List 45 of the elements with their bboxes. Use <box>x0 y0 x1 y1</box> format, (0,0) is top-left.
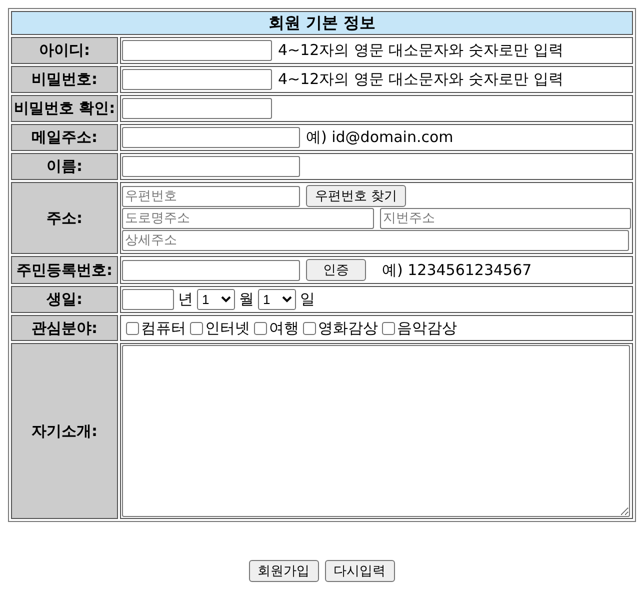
lot-address-field[interactable]: 지번주소 <box>380 208 631 229</box>
hint-text: 4~12자의 영문 대소문자와 숫자로만 입력 <box>278 41 564 60</box>
checkbox[interactable] <box>190 322 203 334</box>
detail-address-field[interactable]: 상세주소 <box>122 230 629 251</box>
field-label: 생일: <box>11 286 118 313</box>
month-select[interactable]: 1 <box>197 289 235 310</box>
form-title: 회원 기본 정보 <box>11 11 633 35</box>
year-label: 년 <box>178 290 193 309</box>
checkbox-label: 여행 <box>269 318 299 338</box>
submit-button[interactable]: 회원가입 <box>248 560 318 582</box>
field-label: 자기소개: <box>11 343 118 519</box>
checkbox-label: 음악감상 <box>397 318 457 338</box>
field-label: 비밀번호: <box>11 66 118 93</box>
month-label: 월 <box>239 290 254 309</box>
checkbox-label: 영화감상 <box>318 318 378 338</box>
hint-text: 예) id@domain.com <box>306 128 454 147</box>
field-label: 주민등록번호: <box>11 256 118 284</box>
text-field[interactable] <box>122 40 272 61</box>
text-field[interactable] <box>122 127 300 148</box>
zip-search-button[interactable]: 우편번호 찾기 <box>306 185 406 207</box>
checkbox[interactable] <box>254 322 267 334</box>
checkbox[interactable] <box>303 322 316 334</box>
zip-code-field[interactable]: 우편번호 <box>122 186 300 206</box>
reset-button[interactable]: 다시입력 <box>324 560 394 582</box>
hint-text: 4~12자의 영문 대소문자와 숫자로만 입력 <box>278 70 564 89</box>
checkbox[interactable] <box>126 322 139 334</box>
day-select[interactable]: 1 <box>258 289 296 310</box>
field-label: 관심분야: <box>11 315 118 341</box>
day-label: 일 <box>300 290 315 309</box>
checkbox-label: 컴퓨터 <box>141 318 186 338</box>
verify-button[interactable]: 인증 <box>306 259 366 281</box>
field-label: 비밀번호 확인: <box>11 95 118 122</box>
field-label: 아이디: <box>11 37 118 64</box>
checkbox[interactable] <box>382 322 395 334</box>
ssn-field[interactable] <box>122 260 300 280</box>
text-field[interactable] <box>122 156 300 177</box>
year-field[interactable] <box>122 289 174 310</box>
field-label: 주소: <box>11 182 118 254</box>
field-label: 메일주소: <box>11 124 118 151</box>
road-address-field[interactable]: 도로명주소 <box>122 208 374 229</box>
field-label: 이름: <box>11 153 118 180</box>
text-field[interactable] <box>122 69 272 90</box>
hint-text: 예) 1234561234567 <box>382 260 532 280</box>
text-field[interactable] <box>122 98 272 119</box>
checkbox-label: 인터넷 <box>205 318 250 338</box>
